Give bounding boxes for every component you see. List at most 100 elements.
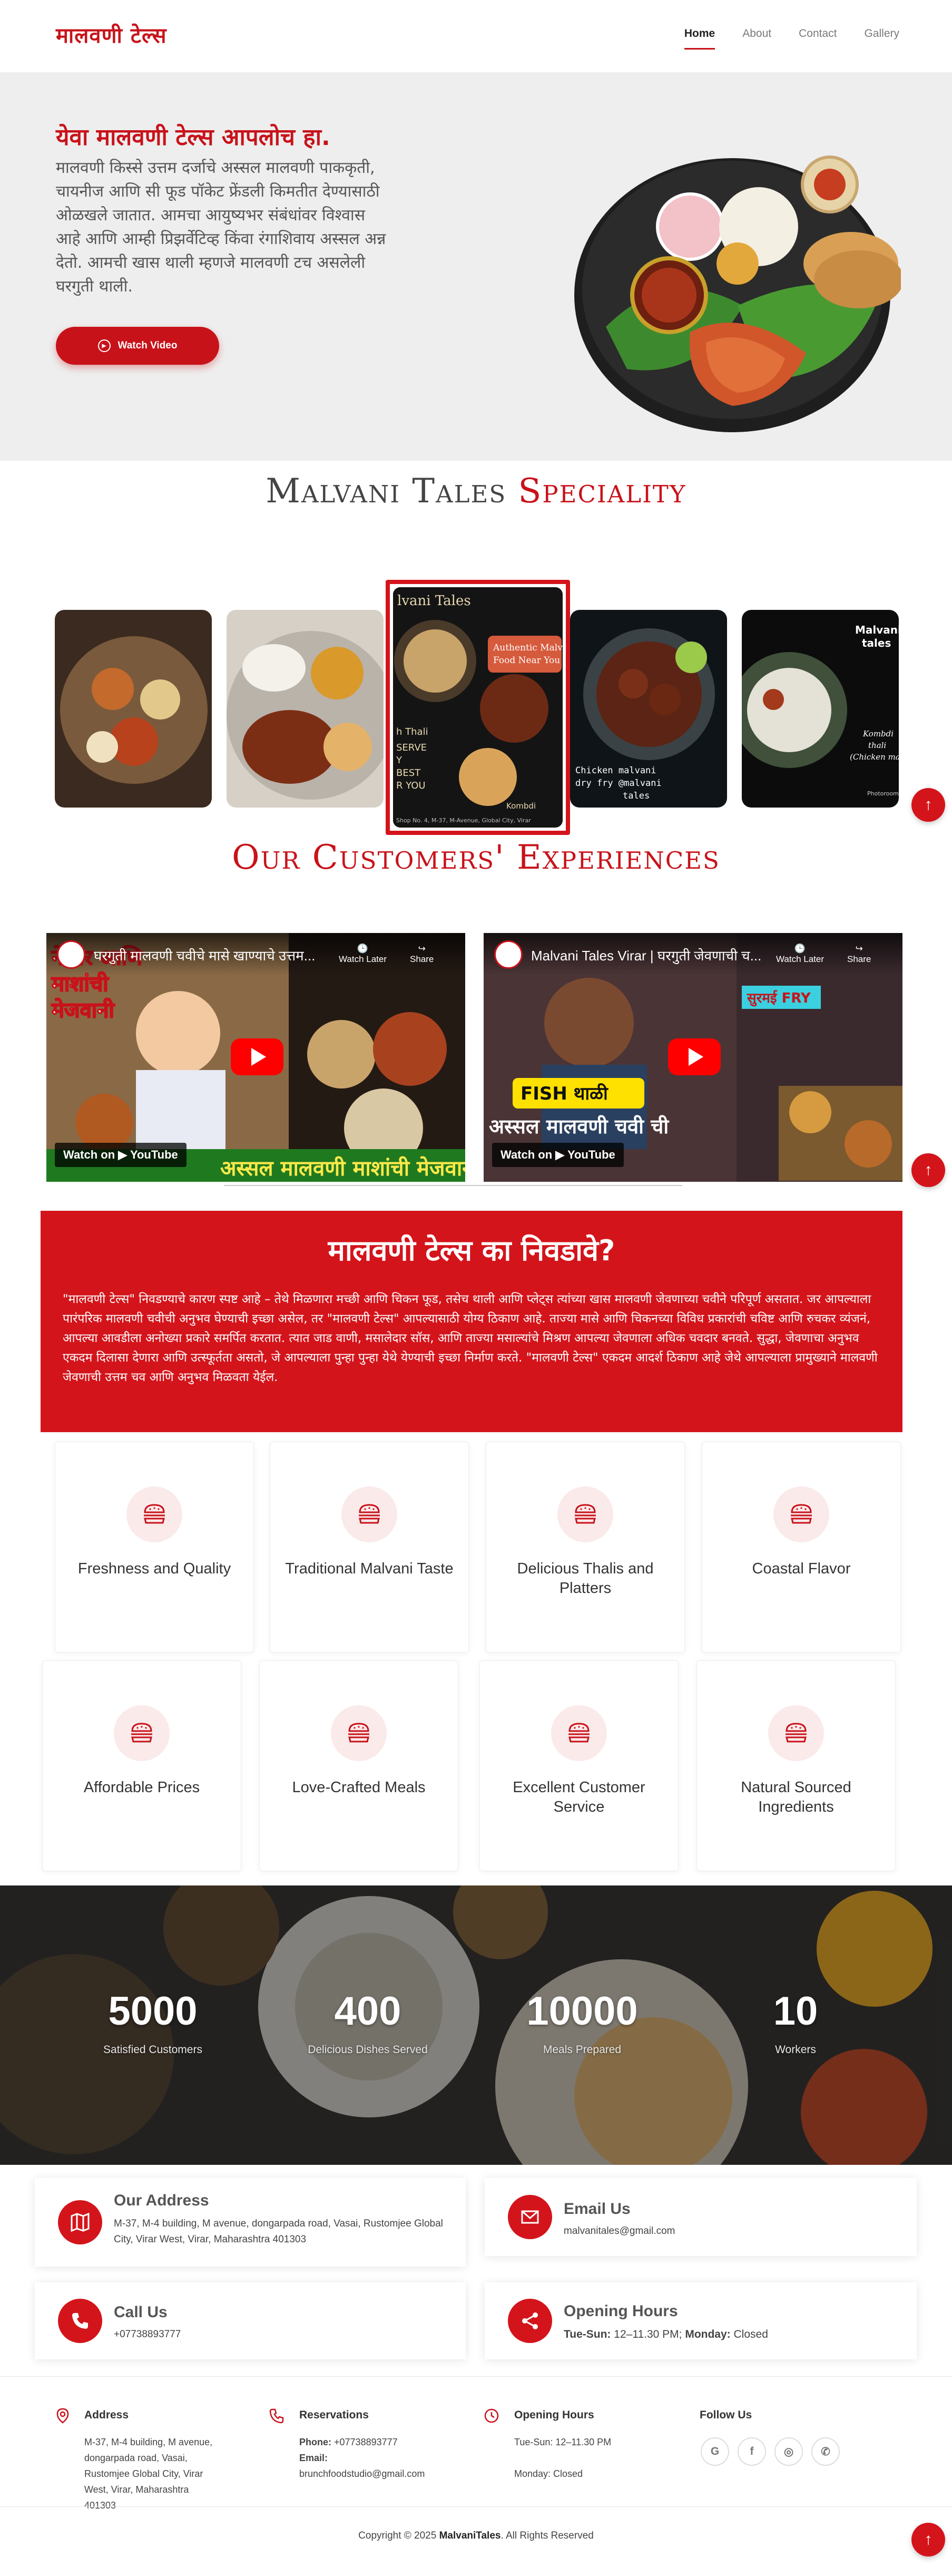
feature-label: Natural Sourced Ingredients bbox=[741, 1779, 851, 1815]
site-logo[interactable]: मालवणी टेल्स bbox=[56, 20, 167, 49]
footer-hours-1: Tue-Sun: 12–11.30 PM bbox=[514, 2437, 612, 2447]
burger-icon bbox=[114, 1705, 170, 1761]
poster-tagline: Authentic Malv bbox=[493, 643, 563, 653]
speciality-featured-image[interactable]: lvani Tales Authentic Malv Food Near You… bbox=[386, 580, 570, 835]
share-button[interactable]: ↪ Share bbox=[410, 944, 434, 965]
footer-hours-title: Opening Hours bbox=[514, 2409, 594, 2421]
stat-dishes: 400 Delicious Dishes Served bbox=[308, 1989, 428, 2056]
facebook-icon[interactable]: f bbox=[738, 2437, 766, 2466]
feature-card: Affordable Prices bbox=[42, 1660, 241, 1871]
instagram-icon[interactable]: ◎ bbox=[774, 2437, 803, 2466]
svg-text:अस्सल मालवणी चवी ची: अस्सल मालवणी चवी ची bbox=[489, 1115, 669, 1138]
hours-title: Opening Hours bbox=[564, 2302, 678, 2320]
map-icon bbox=[58, 2200, 102, 2244]
phone-icon bbox=[58, 2299, 102, 2343]
watch-later-button[interactable]: 🕒 Watch Later bbox=[339, 944, 387, 965]
svg-text:Y: Y bbox=[396, 755, 403, 766]
youtube-play-button[interactable] bbox=[231, 1038, 283, 1075]
channel-avatar[interactable] bbox=[57, 940, 85, 969]
stat-customers: 5000 Satisfied Customers bbox=[103, 1989, 202, 2056]
nav-home[interactable]: Home bbox=[684, 27, 715, 50]
svg-text:Kombdi: Kombdi bbox=[506, 801, 536, 811]
burger-icon bbox=[773, 1486, 829, 1542]
hours-card: Opening Hours Tue-Sun: 12–11.30 PM; Mond… bbox=[485, 2282, 917, 2359]
speciality-title: Malvani Tales Speciality bbox=[266, 472, 686, 511]
why-title: मालवणी टेल्स का निवडावे? bbox=[328, 1234, 615, 1267]
share-nodes-icon bbox=[508, 2299, 552, 2343]
email-title: Email Us bbox=[564, 2200, 631, 2218]
video-title[interactable]: Malvani Tales Virar | घरगुती जेवणाची च..… bbox=[531, 946, 784, 965]
footer-email-label: Email: bbox=[299, 2453, 328, 2463]
svg-text:(Chicken ma: (Chicken ma bbox=[850, 752, 899, 762]
stat-workers: 10 Workers bbox=[773, 1989, 818, 2056]
location-pin-icon bbox=[56, 2408, 69, 2424]
feature-label: Delicious Thalis and Platters bbox=[517, 1560, 654, 1597]
speciality-image-1[interactable] bbox=[55, 610, 212, 808]
scroll-top-button[interactable]: ↑ bbox=[911, 788, 945, 822]
feature-card: Delicious Thalis and Platters bbox=[486, 1442, 685, 1652]
scroll-top-button[interactable]: ↑ bbox=[911, 2523, 945, 2556]
watch-video-button[interactable]: ▶ Watch Video bbox=[56, 327, 219, 365]
site-header: मालवणी टेल्स Home About Contact Gallery bbox=[0, 0, 952, 73]
why-description: "मालवणी टेल्स" निवडण्याचे कारण स्पष्ट आह… bbox=[63, 1292, 878, 1384]
food-photo: Malvani tales Kombdi thali (Chicken ma P… bbox=[742, 610, 899, 808]
feature-card: Coastal Flavor bbox=[702, 1442, 901, 1652]
svg-text:Chicken malvani: Chicken malvani bbox=[575, 765, 656, 776]
svg-text:सुरमई FRY: सुरमई FRY bbox=[747, 990, 811, 1007]
watch-on-youtube-button[interactable]: Watch on ▶ YouTube bbox=[55, 1143, 187, 1167]
channel-avatar[interactable] bbox=[494, 940, 523, 969]
watch-on-youtube-button[interactable]: Watch on ▶ YouTube bbox=[492, 1143, 624, 1167]
speciality-image-5[interactable]: Malvani tales Kombdi thali (Chicken ma P… bbox=[742, 610, 899, 808]
nav-about[interactable]: About bbox=[742, 27, 771, 50]
burger-icon bbox=[551, 1705, 607, 1761]
watch-later-button[interactable]: 🕒 Watch Later bbox=[776, 944, 824, 965]
play-icon: ▶ bbox=[97, 339, 111, 352]
scroll-top-button[interactable]: ↑ bbox=[911, 1153, 945, 1187]
footer-email[interactable]: brunchfoodstudio@gmail.com bbox=[299, 2466, 425, 2482]
speciality-image-2[interactable] bbox=[227, 610, 384, 808]
watch-video-label: Watch Video bbox=[117, 340, 178, 351]
food-photo bbox=[227, 610, 384, 808]
svg-text:Kombdi: Kombdi bbox=[862, 729, 894, 738]
feature-card: Excellent Customer Service bbox=[479, 1660, 679, 1871]
video-title[interactable]: घरगुती मालवणी चवीचे मासे खाण्याचे उत्तम.… bbox=[94, 946, 347, 965]
svg-text:Photoroom: Photoroom bbox=[867, 790, 899, 797]
customer-video-2[interactable]: सुरमई FRY FISH थाळी अस्सल मालवणी चवी ची … bbox=[484, 933, 902, 1182]
customer-video-1[interactable]: नेश्वर आणि माशांची मेजवानी घरगुती मालवणी… bbox=[46, 933, 465, 1182]
copyright-text: Copyright © 2025 MalvaniTales. All Right… bbox=[358, 2530, 594, 2541]
footer-phone: Phone: +07738893777 bbox=[299, 2437, 398, 2447]
nav-contact[interactable]: Contact bbox=[799, 27, 837, 50]
clock-icon bbox=[484, 2408, 499, 2423]
share-button[interactable]: ↪ Share bbox=[847, 944, 871, 965]
svg-text:tales: tales bbox=[862, 637, 891, 649]
stats-section: 5000 Satisfied Customers 400 Delicious Dis… bbox=[0, 1885, 952, 2165]
svg-text:BEST: BEST bbox=[396, 767, 421, 779]
share-icon: ↪ bbox=[418, 944, 426, 954]
svg-text:thali: thali bbox=[868, 741, 886, 750]
envelope-icon bbox=[508, 2195, 552, 2239]
stat-meals: 10000 Meals Prepared bbox=[526, 1989, 638, 2056]
feature-label: Freshness and Quality bbox=[77, 1560, 231, 1577]
footer-reservations-title: Reservations bbox=[299, 2409, 369, 2421]
nav-gallery[interactable]: Gallery bbox=[864, 27, 899, 50]
svg-text:FISH थाळी: FISH थाळी bbox=[521, 1083, 609, 1104]
footer-follow-title: Follow Us bbox=[700, 2409, 752, 2421]
call-text[interactable]: +07738893777 bbox=[114, 2327, 181, 2342]
speciality-image-4[interactable]: Chicken malvani dry fry @malvani tales bbox=[570, 610, 727, 808]
menu-poster: lvani Tales Authentic Malv Food Near You… bbox=[393, 587, 563, 828]
burger-icon bbox=[768, 1705, 824, 1761]
svg-text:dry fry @malvani: dry fry @malvani bbox=[575, 778, 662, 789]
burger-icon bbox=[331, 1705, 387, 1761]
main-nav: Home About Contact Gallery bbox=[684, 27, 899, 50]
youtube-play-button[interactable] bbox=[668, 1038, 721, 1075]
burger-icon bbox=[557, 1486, 613, 1542]
whatsapp-icon[interactable]: ✆ bbox=[811, 2437, 840, 2466]
footer-divider bbox=[0, 2506, 952, 2507]
email-text[interactable]: malvanitales@gmail.com bbox=[564, 2223, 675, 2239]
poster-brand: lvani Tales bbox=[397, 593, 471, 609]
svg-text:Food Near You: Food Near You bbox=[493, 655, 560, 666]
divider bbox=[224, 1185, 682, 1186]
google-icon[interactable]: G bbox=[701, 2437, 729, 2466]
svg-text:h Thali: h Thali bbox=[396, 726, 428, 737]
hero-title: येवा मालवणी टेल्स आपलोच हा. bbox=[56, 124, 330, 151]
